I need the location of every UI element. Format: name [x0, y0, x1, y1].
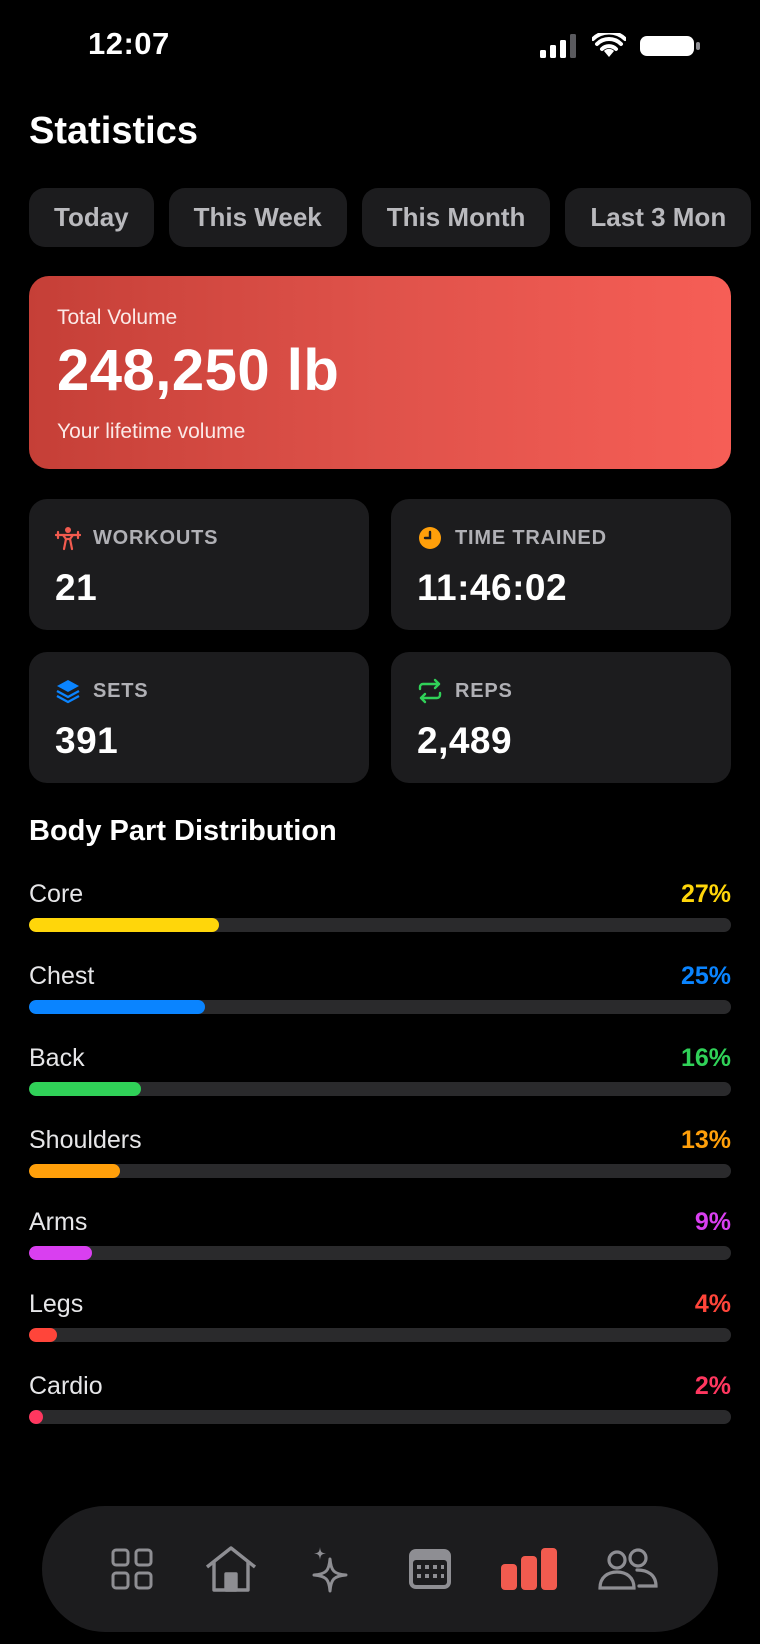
progress-fill — [29, 1164, 121, 1178]
progress-fill — [29, 1328, 58, 1342]
distribution-row: Arms 9% — [29, 1206, 731, 1288]
body-part-name: Arms — [29, 1208, 88, 1236]
chart-bars-icon — [500, 1548, 557, 1590]
reps-card[interactable]: REPS 2,489 — [391, 652, 731, 783]
progress-track — [29, 1410, 731, 1424]
tab-last-3-months[interactable]: Last 3 Mon — [565, 188, 752, 247]
status-time: 12:07 — [88, 26, 170, 61]
workouts-card[interactable]: WORKOUTS 21 — [29, 499, 369, 630]
workouts-value: 21 — [55, 567, 98, 608]
body-part-percent: 2% — [694, 1372, 731, 1400]
grid-icon — [111, 1548, 153, 1590]
distribution-row: Cardio 2% — [29, 1370, 731, 1452]
distribution-row: Core 27% — [29, 878, 731, 960]
sets-value: 391 — [55, 720, 119, 761]
body-part-name: Chest — [29, 962, 95, 990]
sets-label: SETS — [93, 679, 149, 702]
tab-bar — [42, 1506, 718, 1632]
layers-icon — [55, 678, 81, 704]
wifi-icon — [591, 30, 627, 64]
progress-fill — [29, 1000, 205, 1014]
tabbar-social-button[interactable] — [593, 1534, 663, 1604]
distribution-title: Body Part Distribution — [29, 815, 337, 847]
tabbar-statistics-button[interactable] — [494, 1534, 564, 1604]
body-part-name: Shoulders — [29, 1126, 142, 1154]
body-part-percent: 4% — [694, 1290, 731, 1318]
progress-fill — [29, 1246, 93, 1260]
body-part-name: Legs — [29, 1290, 84, 1318]
tab-this-week[interactable]: This Week — [168, 188, 347, 247]
body-part-distribution: Core 27% Chest 25% Back 16% Shoulders 13% Arms 9%… — [29, 878, 731, 1452]
total-volume-value: 248,250 lb — [57, 338, 340, 403]
progress-track — [29, 1246, 731, 1260]
progress-fill — [29, 1410, 44, 1424]
workouts-label: WORKOUTS — [93, 526, 219, 549]
tab-this-month[interactable]: This Month — [361, 188, 551, 247]
distribution-row: Shoulders 13% — [29, 1124, 731, 1206]
sets-card[interactable]: SETS 391 — [29, 652, 369, 783]
total-volume-subtitle: Your lifetime volume — [57, 420, 246, 443]
calendar-icon — [408, 1549, 451, 1589]
body-part-percent: 16% — [680, 1044, 731, 1072]
tabbar-ai-button[interactable] — [295, 1534, 365, 1604]
reps-value: 2,489 — [417, 720, 513, 761]
sparkles-icon — [312, 1547, 348, 1593]
home-icon — [205, 1546, 257, 1592]
status-icons — [540, 30, 700, 64]
tabbar-grid-button[interactable] — [97, 1534, 167, 1604]
distribution-row: Chest 25% — [29, 960, 731, 1042]
distribution-row: Back 16% — [29, 1042, 731, 1124]
time-trained-value: 11:46:02 — [417, 567, 568, 608]
progress-track — [29, 1000, 731, 1014]
progress-fill — [29, 1082, 142, 1096]
period-tabs: Today This Week This Month Last 3 Mon — [29, 188, 752, 247]
progress-fill — [29, 918, 219, 932]
tab-today[interactable]: Today — [29, 188, 154, 247]
distribution-row: Legs 4% — [29, 1288, 731, 1370]
cellular-signal-icon — [540, 34, 578, 63]
body-part-percent: 9% — [694, 1208, 731, 1236]
body-part-name: Cardio — [29, 1372, 103, 1400]
time-trained-label: TIME TRAINED — [455, 526, 607, 549]
tabbar-home-button[interactable] — [196, 1534, 266, 1604]
body-part-name: Back — [29, 1044, 85, 1072]
body-part-percent: 27% — [680, 880, 731, 908]
people-icon — [598, 1548, 658, 1590]
total-volume-card[interactable]: Total Volume 248,250 lb Your lifetime vo… — [29, 276, 731, 469]
progress-track — [29, 1328, 731, 1342]
body-part-name: Core — [29, 880, 84, 908]
reps-label: REPS — [455, 679, 513, 702]
body-part-percent: 13% — [680, 1126, 731, 1154]
status-bar: 12:07 — [0, 0, 760, 90]
clock-icon — [417, 525, 443, 551]
statistics-screen: 12:07 Statistics Today This Week This Mo… — [0, 0, 760, 1644]
progress-track — [29, 1082, 731, 1096]
weightlifter-icon — [55, 525, 81, 551]
progress-track — [29, 1164, 731, 1178]
repeat-icon — [417, 678, 443, 704]
total-volume-label: Total Volume — [57, 306, 178, 329]
page-title: Statistics — [29, 110, 198, 152]
time-trained-card[interactable]: TIME TRAINED 11:46:02 — [391, 499, 731, 630]
tabbar-calendar-button[interactable] — [395, 1534, 465, 1604]
body-part-percent: 25% — [680, 962, 731, 990]
progress-track — [29, 918, 731, 932]
battery-icon — [640, 34, 700, 63]
